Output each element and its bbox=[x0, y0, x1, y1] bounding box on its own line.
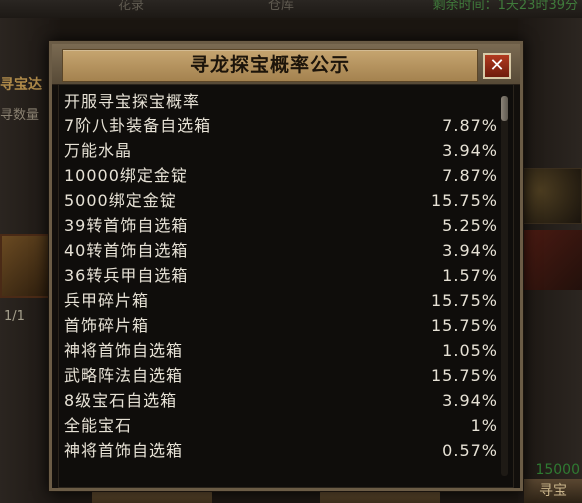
item-probability: 7.87% bbox=[442, 166, 498, 185]
dialog-title: 寻龙探宝概率公示 bbox=[189, 54, 350, 76]
background-reward-icon-2[interactable] bbox=[524, 230, 582, 290]
item-name: 万能水晶 bbox=[64, 141, 133, 160]
background-left-title: 寻宝达 bbox=[0, 77, 42, 93]
list-item: 万能水晶 3.94% bbox=[64, 138, 498, 163]
item-probability: 3.94% bbox=[442, 141, 498, 160]
item-name: 8级宝石自选箱 bbox=[64, 391, 178, 410]
list-item: 首饰碎片箱 15.75% bbox=[64, 313, 498, 338]
scrollbar-thumb[interactable] bbox=[501, 96, 508, 121]
background-left-count: 1/1 bbox=[4, 309, 25, 324]
close-icon: ✕ bbox=[489, 55, 505, 76]
item-name: 10000绑定金锭 bbox=[64, 166, 188, 185]
item-name: 神将首饰自选箱 bbox=[64, 341, 184, 360]
list-item: 武略阵法自选箱 15.75% bbox=[64, 363, 498, 388]
item-name: 36转兵甲自选箱 bbox=[64, 266, 189, 285]
item-name: 首饰碎片箱 bbox=[64, 316, 150, 335]
item-name: 5000绑定金锭 bbox=[64, 191, 177, 210]
item-name: 兵甲碎片箱 bbox=[64, 291, 150, 310]
dialog-title-plate: 寻龙探宝概率公示 bbox=[62, 49, 478, 82]
background-right-amount: 15000 bbox=[535, 462, 580, 478]
background-right-panel: 15000 bbox=[518, 18, 582, 503]
item-probability: 1.57% bbox=[442, 266, 498, 285]
list-item: 神将首饰自选箱 0.57% bbox=[64, 438, 498, 463]
item-probability: 5.25% bbox=[442, 216, 498, 235]
item-probability: 1% bbox=[470, 416, 498, 435]
item-name: 39转首饰自选箱 bbox=[64, 216, 189, 235]
list-item: 神将首饰自选箱 1.05% bbox=[64, 338, 498, 363]
probability-list-panel[interactable]: 开服寻宝探宝概率 7阶八卦装备自选箱 7.87% 万能水晶 3.94% 10000绑… bbox=[58, 84, 514, 488]
background-tab-1[interactable]: 花录 bbox=[118, 0, 144, 13]
item-probability: 7.87% bbox=[442, 116, 498, 135]
background-bottom-button-1[interactable] bbox=[92, 489, 212, 503]
background-bottom-right-button[interactable]: 寻宝 bbox=[524, 479, 582, 503]
close-button[interactable]: ✕ bbox=[483, 53, 511, 79]
list-header: 开服寻宝探宝概率 bbox=[64, 92, 201, 111]
background-left-label: 寻数量 bbox=[0, 108, 40, 123]
item-probability: 15.75% bbox=[430, 191, 498, 210]
background-chest-icon[interactable] bbox=[0, 234, 50, 298]
item-name: 武略阵法自选箱 bbox=[64, 366, 184, 385]
list-item: 5000绑定金锭 15.75% bbox=[64, 188, 498, 213]
background-bottom-button-2[interactable] bbox=[320, 489, 440, 503]
item-name: 40转首饰自选箱 bbox=[64, 241, 189, 260]
item-probability: 15.75% bbox=[430, 366, 498, 385]
item-name: 神将首饰自选箱 bbox=[64, 441, 184, 460]
dialog-titlebar: 寻龙探宝概率公示 ✕ bbox=[52, 44, 520, 85]
probability-dialog: 寻龙探宝概率公示 ✕ 开服寻宝探宝概率 7阶八卦装备自选箱 7.87% 万能水晶 3… bbox=[49, 41, 523, 491]
background-reward-icon[interactable] bbox=[522, 168, 582, 224]
item-probability: 3.94% bbox=[442, 391, 498, 410]
item-probability: 3.94% bbox=[442, 241, 498, 260]
list-item: 39转首饰自选箱 5.25% bbox=[64, 213, 498, 238]
item-probability: 0.57% bbox=[442, 441, 498, 460]
list-item: 兵甲碎片箱 15.75% bbox=[64, 288, 498, 313]
item-name: 7阶八卦装备自选箱 bbox=[64, 116, 212, 135]
list-item: 8级宝石自选箱 3.94% bbox=[64, 388, 498, 413]
item-probability: 1.05% bbox=[442, 341, 498, 360]
list-item: 7阶八卦装备自选箱 7.87% bbox=[64, 113, 498, 138]
background-top-bar: 花录 仓库 剩余时间：1天23时39分 bbox=[0, 0, 582, 18]
item-name: 全能宝石 bbox=[64, 416, 133, 435]
scrollbar[interactable] bbox=[501, 96, 508, 476]
probability-list: 7阶八卦装备自选箱 7.87% 万能水晶 3.94% 10000绑定金锭 7.87% … bbox=[64, 113, 498, 463]
list-item: 全能宝石 1% bbox=[64, 413, 498, 438]
list-item: 40转首饰自选箱 3.94% bbox=[64, 238, 498, 263]
item-probability: 15.75% bbox=[430, 316, 498, 335]
list-item: 10000绑定金锭 7.87% bbox=[64, 163, 498, 188]
background-tab-2[interactable]: 仓库 bbox=[268, 0, 294, 13]
list-item: 36转兵甲自选箱 1.57% bbox=[64, 263, 498, 288]
background-timer: 剩余时间：1天23时39分 bbox=[432, 0, 578, 13]
item-probability: 15.75% bbox=[430, 291, 498, 310]
